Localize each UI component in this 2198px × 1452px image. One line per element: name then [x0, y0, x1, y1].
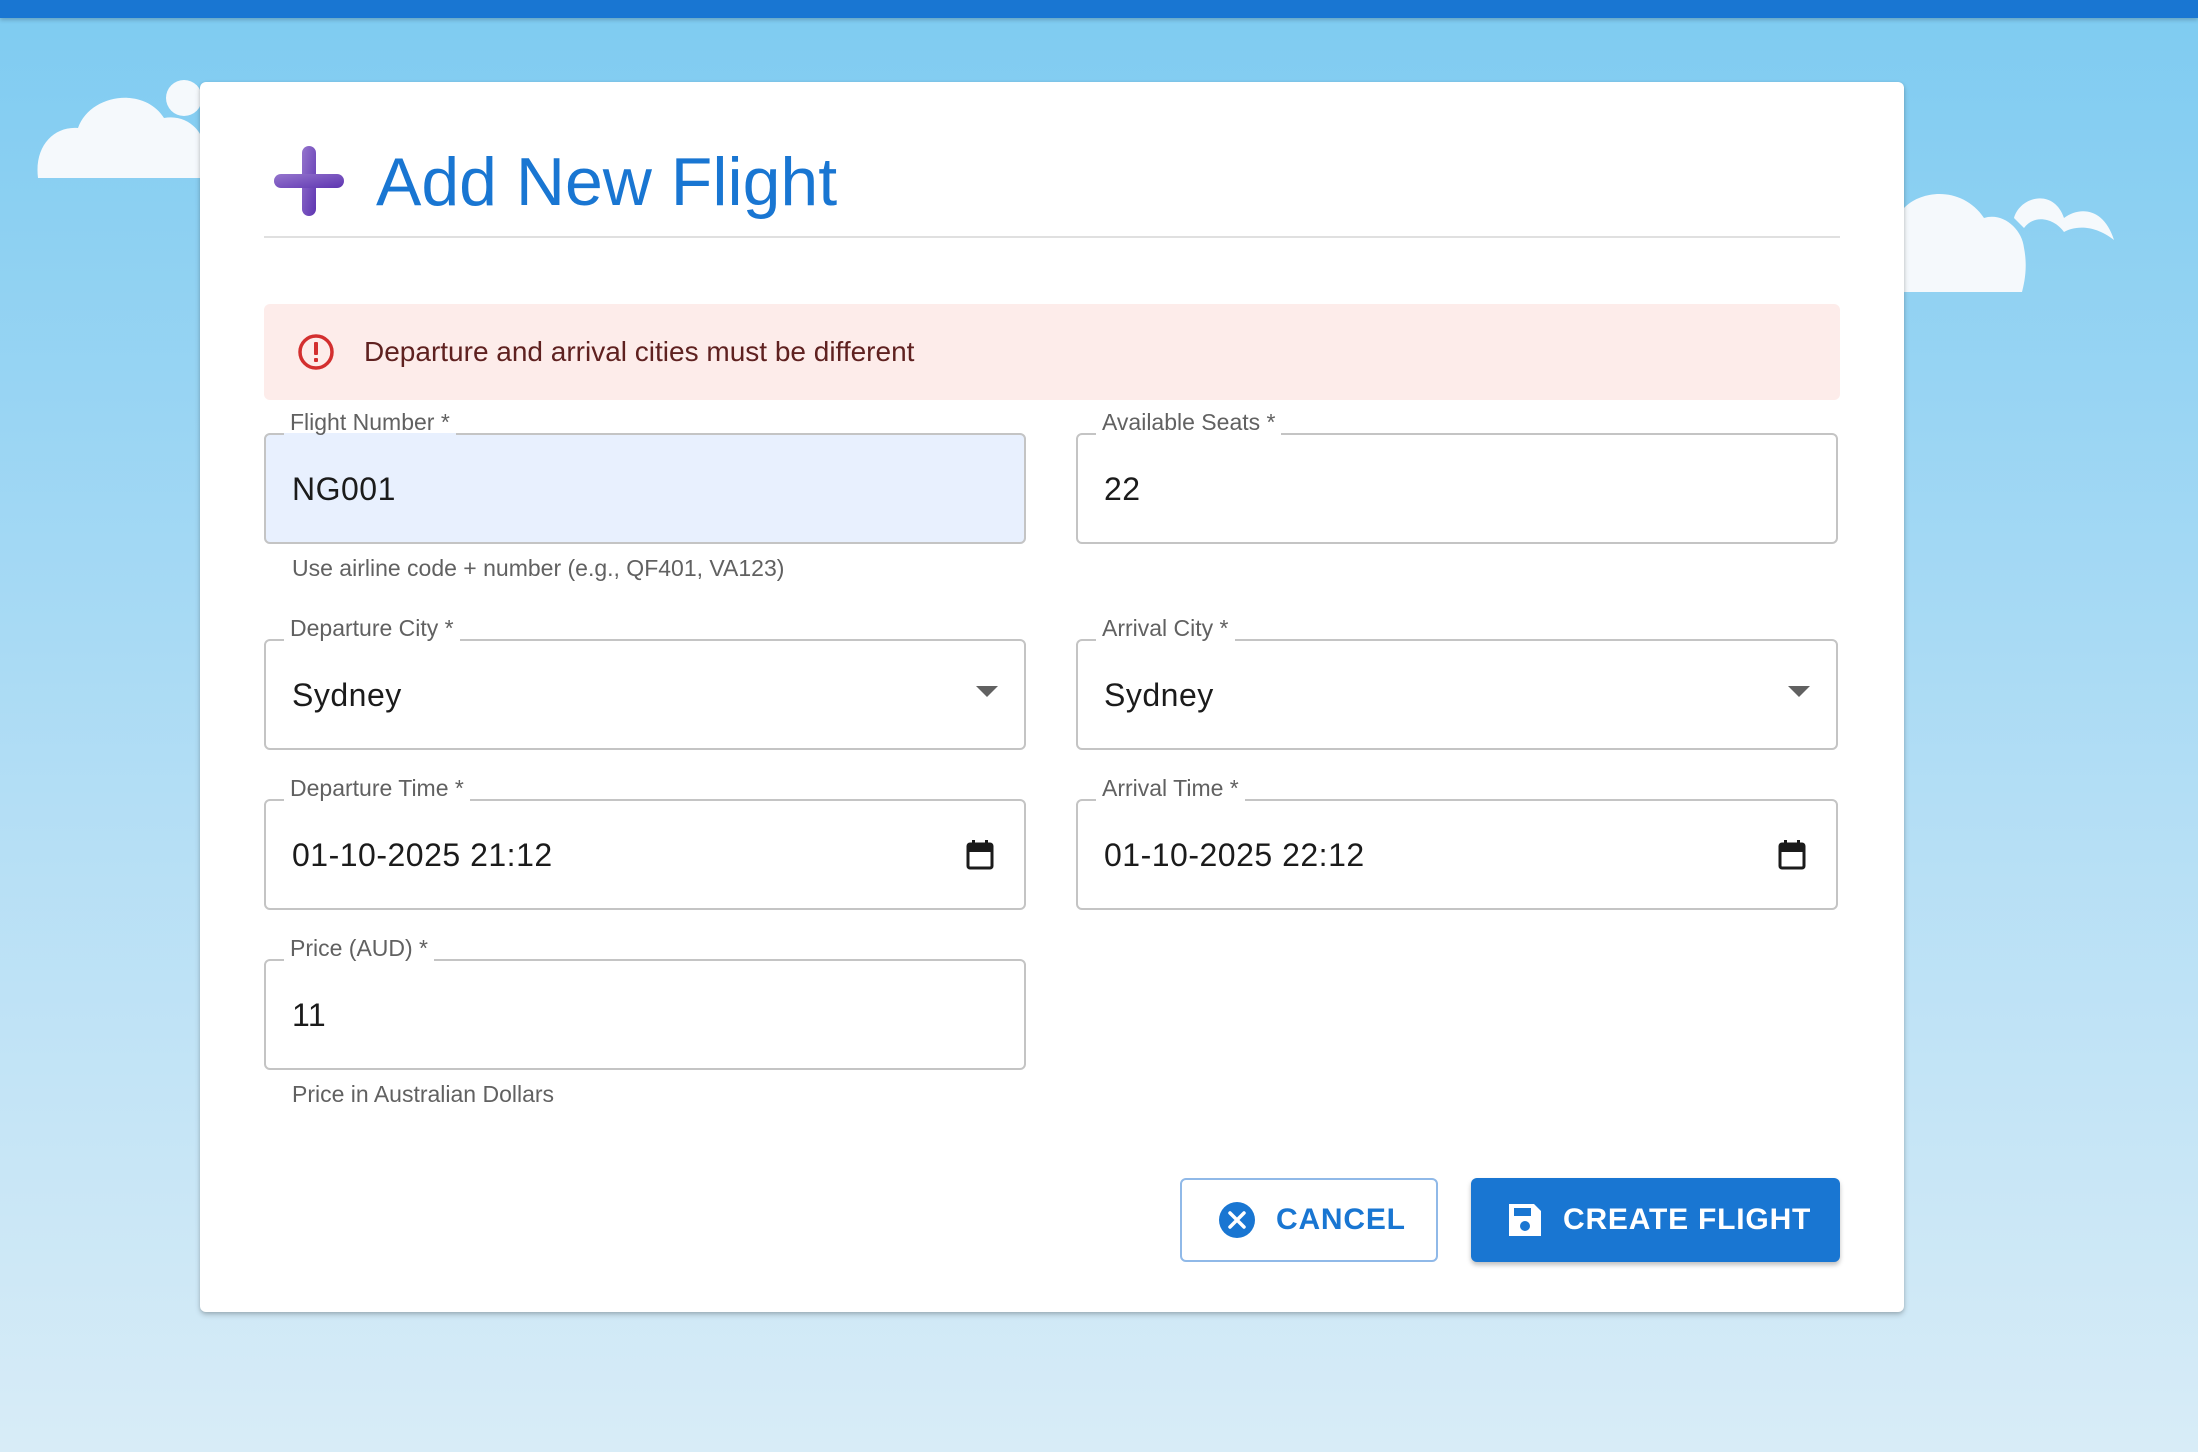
cancel-label: CANCEL: [1276, 1203, 1406, 1236]
cancel-circle-icon: [1219, 1202, 1255, 1238]
arrival-city-value: Sydney: [1104, 677, 1214, 713]
save-icon: [1509, 1204, 1541, 1236]
price-helper: Price in Australian Dollars: [292, 1081, 555, 1107]
top-app-bar: [0, 0, 2198, 18]
arrival-city-label: Arrival City *: [1102, 615, 1229, 641]
departure-time-value: 01-10-2025 21:12: [292, 837, 553, 873]
create-flight-label: CREATE FLIGHT: [1563, 1203, 1812, 1236]
error-message: Departure and arrival cities must be dif…: [364, 336, 915, 367]
arrival-time-value: 01-10-2025 22:12: [1104, 837, 1365, 873]
dialog-header: Add New Flight: [264, 128, 1840, 238]
flight-number-field[interactable]: Flight Number * Flight Number * NG001: [264, 409, 1026, 544]
flight-number-helper: Use airline code + number (e.g., QF401, …: [292, 555, 785, 581]
flight-number-label: Flight Number *: [290, 409, 450, 435]
available-seats-label: Available Seats *: [1102, 409, 1276, 435]
plus-icon: [274, 146, 344, 216]
arrival-time-label: Arrival Time *: [1102, 775, 1239, 801]
arrival-city-select[interactable]: Arrival City * Arrival City * Sydney: [1076, 615, 1838, 750]
cloud-right: [1904, 194, 2114, 292]
dialog-title: Add New Flight: [376, 144, 838, 220]
error-alert: Departure and arrival cities must be dif…: [264, 304, 1840, 400]
caret-down-icon[interactable]: [976, 686, 998, 697]
available-seats-value: 22: [1104, 471, 1141, 507]
caret-down-icon[interactable]: [1788, 686, 1810, 697]
create-flight-button[interactable]: CREATE FLIGHT: [1471, 1178, 1840, 1262]
departure-time-field[interactable]: Departure Time * Departure Time * 01-10-…: [264, 775, 1026, 910]
price-field[interactable]: Price (AUD) * Price (AUD) * 11: [264, 935, 1026, 1070]
departure-time-label: Departure Time *: [290, 775, 464, 801]
departure-city-select[interactable]: Departure City * Departure City * Sydney: [264, 615, 1026, 750]
arrival-time-field[interactable]: Arrival Time * Arrival Time * 01-10-2025…: [1076, 775, 1838, 910]
price-label: Price (AUD) *: [290, 935, 429, 961]
cancel-button[interactable]: CANCEL: [1180, 1178, 1438, 1262]
calendar-icon[interactable]: [966, 840, 994, 870]
error-outline-icon: [298, 334, 334, 370]
departure-city-value: Sydney: [292, 677, 402, 713]
flight-number-value: NG001: [292, 471, 396, 507]
cloud-left: [37, 80, 206, 178]
price-value: 11: [292, 997, 327, 1033]
calendar-icon[interactable]: [1778, 840, 1806, 870]
add-flight-dialog: Add New Flight Departure and arrival cit…: [200, 82, 1904, 1312]
available-seats-field[interactable]: Available Seats * Available Seats * 22: [1076, 409, 1838, 544]
departure-city-label: Departure City *: [290, 615, 454, 641]
